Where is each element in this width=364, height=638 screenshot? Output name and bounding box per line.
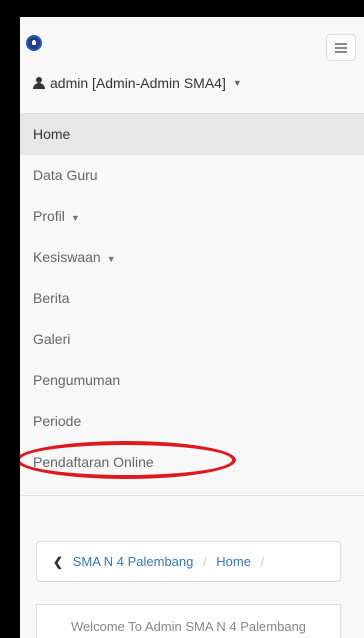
nav-item-data-guru[interactable]: Data Guru bbox=[20, 155, 364, 196]
divider bbox=[20, 495, 364, 496]
nav-item-pengumuman[interactable]: Pengumuman bbox=[20, 360, 364, 401]
user-menu-dropdown[interactable]: admin [Admin-Admin SMA4] ▼ bbox=[33, 75, 242, 91]
breadcrumb-school-link[interactable]: SMA N 4 Palembang bbox=[73, 554, 194, 569]
caret-down-icon: ▼ bbox=[70, 213, 80, 223]
nav-item-home[interactable]: Home bbox=[20, 114, 364, 155]
main-navigation: Home Data Guru Profil ▼ Kesiswaan ▼ Berita… bbox=[20, 114, 364, 483]
user-icon bbox=[33, 77, 45, 89]
navbar-header: admin [Admin-Admin SMA4] ▼ bbox=[20, 17, 364, 114]
nav-item-galeri[interactable]: Galeri bbox=[20, 319, 364, 360]
breadcrumb-separator: / bbox=[203, 554, 207, 569]
welcome-panel: Welcome To Admin SMA N 4 Palembang bbox=[36, 604, 341, 638]
breadcrumb: ❮ SMA N 4 Palembang / Home / bbox=[36, 541, 341, 582]
nav-item-periode[interactable]: Periode bbox=[20, 401, 364, 442]
nav-item-kesiswaan[interactable]: Kesiswaan ▼ bbox=[20, 237, 364, 278]
caret-down-icon: ▼ bbox=[232, 78, 242, 88]
school-logo-icon[interactable] bbox=[26, 35, 42, 51]
app-frame: admin [Admin-Admin SMA4] ▼ Home Data Gur… bbox=[20, 17, 364, 638]
highlight-annotation bbox=[20, 441, 236, 479]
chevron-left-icon: ❮ bbox=[53, 555, 64, 569]
breadcrumb-separator: / bbox=[260, 554, 265, 569]
navbar-toggle-button[interactable] bbox=[326, 34, 356, 61]
nav-item-berita[interactable]: Berita bbox=[20, 278, 364, 319]
breadcrumb-home-link[interactable]: Home bbox=[216, 554, 251, 569]
nav-item-profil[interactable]: Profil ▼ bbox=[20, 196, 364, 237]
hamburger-menu-icon bbox=[335, 43, 347, 45]
caret-down-icon: ▼ bbox=[106, 254, 116, 264]
welcome-text: Welcome To Admin SMA N 4 Palembang bbox=[70, 619, 307, 634]
user-menu-label: admin [Admin-Admin SMA4] bbox=[50, 75, 226, 91]
